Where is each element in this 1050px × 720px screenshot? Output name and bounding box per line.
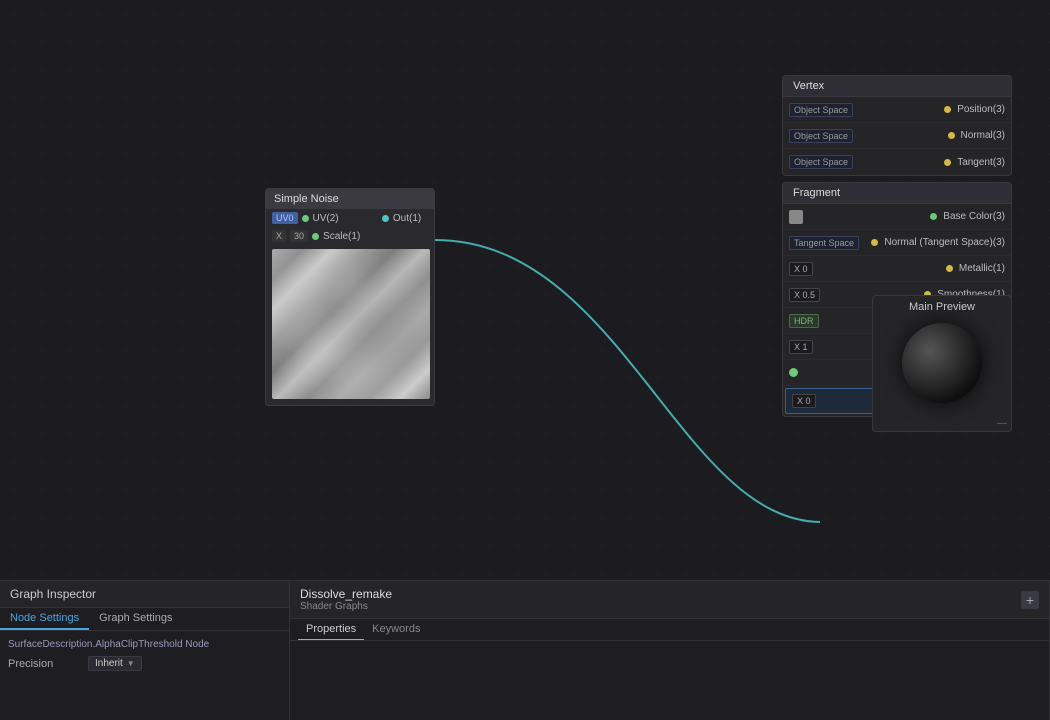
basecolor-field: Base Color(3) — [943, 211, 1005, 222]
uv-badge[interactable]: UV0 — [272, 212, 298, 224]
frag-alpha-dot — [789, 368, 798, 377]
simple-noise-node[interactable]: Simple Noise UV0 UV(2) Out(1) X 30 Scale… — [265, 188, 435, 406]
scale-x-badge: X — [272, 230, 286, 242]
frag-metallic-field: Metallic(1) — [959, 263, 1005, 274]
vertex-tan-field: Tangent(3) — [957, 157, 1005, 168]
vertex-pos-label: Object Space — [789, 103, 853, 117]
dissolve-header: Dissolve_remake Shader Graphs + — [290, 581, 1049, 619]
inspector-tabs: Node Settings Graph Settings — [0, 608, 289, 631]
port-scale-row: X 30 Scale(1) — [266, 227, 434, 245]
fragment-title: Fragment — [783, 183, 1011, 204]
out-port-label: Out(1) — [393, 213, 421, 224]
scale-port-label: Scale(1) — [323, 231, 360, 242]
dissolve-subtitle: Shader Graphs — [300, 601, 392, 612]
frag-hdr-badge: HDR — [789, 314, 819, 328]
tab-node-settings[interactable]: Node Settings — [0, 608, 89, 630]
main-preview-title: Main Preview — [873, 296, 1011, 318]
uv-port-label: UV(2) — [313, 213, 339, 224]
main-preview-panel: Main Preview — — [872, 295, 1012, 432]
preview-collapse-btn[interactable]: — — [997, 418, 1007, 429]
vertex-norm-field: Normal(3) — [961, 130, 1005, 141]
precision-value[interactable]: Inherit ▼ — [88, 656, 142, 671]
graph-inspector: Graph Inspector Node Settings Graph Sett… — [0, 581, 290, 720]
precision-dropdown-arrow: ▼ — [127, 659, 135, 668]
frag-metallic-badge: X 0 — [789, 262, 813, 276]
scale-port-dot — [312, 233, 319, 240]
vertex-tangent-row: Object Space Tangent(3) — [783, 149, 1011, 175]
port-uv-row: UV0 UV(2) Out(1) — [266, 209, 434, 227]
basecolor-swatch[interactable] — [789, 210, 803, 224]
vertex-title: Vertex — [783, 76, 1011, 97]
vertex-normal-row: Object Space Normal(3) — [783, 123, 1011, 149]
dissolve-sub-tabs: Properties Keywords — [290, 619, 1049, 641]
canvas-area: Simple Noise UV0 UV(2) Out(1) X 30 Scale… — [0, 0, 1050, 580]
basecolor-port — [930, 213, 937, 220]
out-port-dot — [382, 215, 389, 222]
frag-smooth-badge: X 0.5 — [789, 288, 820, 302]
subtab-properties[interactable]: Properties — [298, 619, 364, 640]
scale-val-badge[interactable]: 30 — [290, 230, 308, 242]
bottom-panel: Graph Inspector Node Settings Graph Sett… — [0, 580, 1050, 720]
uv-port-dot — [302, 215, 309, 222]
preview-controls: — — [873, 416, 1011, 431]
preview-sphere-container — [882, 318, 1002, 408]
frag-metallic-port — [946, 265, 953, 272]
vertex-norm-port — [948, 132, 955, 139]
vertex-tan-port — [944, 159, 951, 166]
frag-alphaclip-badge: X 0 — [792, 394, 816, 408]
dissolve-title: Dissolve_remake — [300, 587, 392, 601]
noise-overlay — [272, 249, 430, 399]
frag-metallic-row: X 0 Metallic(1) — [783, 256, 1011, 282]
dissolve-panel: Dissolve_remake Shader Graphs + Properti… — [290, 581, 1050, 720]
precision-label: Precision — [8, 658, 88, 670]
frag-ao-badge: X 1 — [789, 340, 813, 354]
frag-normal-row: Tangent Space Normal (Tangent Space)(3) — [783, 230, 1011, 256]
graph-inspector-title: Graph Inspector — [0, 581, 289, 608]
frag-normal-port — [871, 239, 878, 246]
preview-sphere — [902, 323, 982, 403]
noise-preview — [272, 249, 430, 399]
add-button[interactable]: + — [1021, 591, 1039, 609]
vertex-section: Vertex Object Space Position(3) Object S… — [782, 75, 1012, 176]
vertex-norm-label: Object Space — [789, 129, 853, 143]
vertex-pos-field: Position(3) — [957, 104, 1005, 115]
frag-basecolor-row: Base Color(3) — [783, 204, 1011, 230]
vertex-tan-label: Object Space — [789, 155, 853, 169]
precision-row: Precision Inherit ▼ — [8, 652, 281, 675]
tab-graph-settings[interactable]: Graph Settings — [89, 608, 182, 630]
frag-normal-label: Tangent Space — [789, 236, 859, 250]
vertex-position-row: Object Space Position(3) — [783, 97, 1011, 123]
simple-noise-title: Simple Noise — [266, 189, 434, 209]
subtab-keywords[interactable]: Keywords — [364, 619, 428, 640]
frag-normal-field: Normal (Tangent Space)(3) — [884, 237, 1005, 248]
node-description: SurfaceDescription.AlphaClipThreshold No… — [8, 635, 281, 652]
inspector-content: SurfaceDescription.AlphaClipThreshold No… — [0, 631, 289, 679]
vertex-pos-port — [944, 106, 951, 113]
